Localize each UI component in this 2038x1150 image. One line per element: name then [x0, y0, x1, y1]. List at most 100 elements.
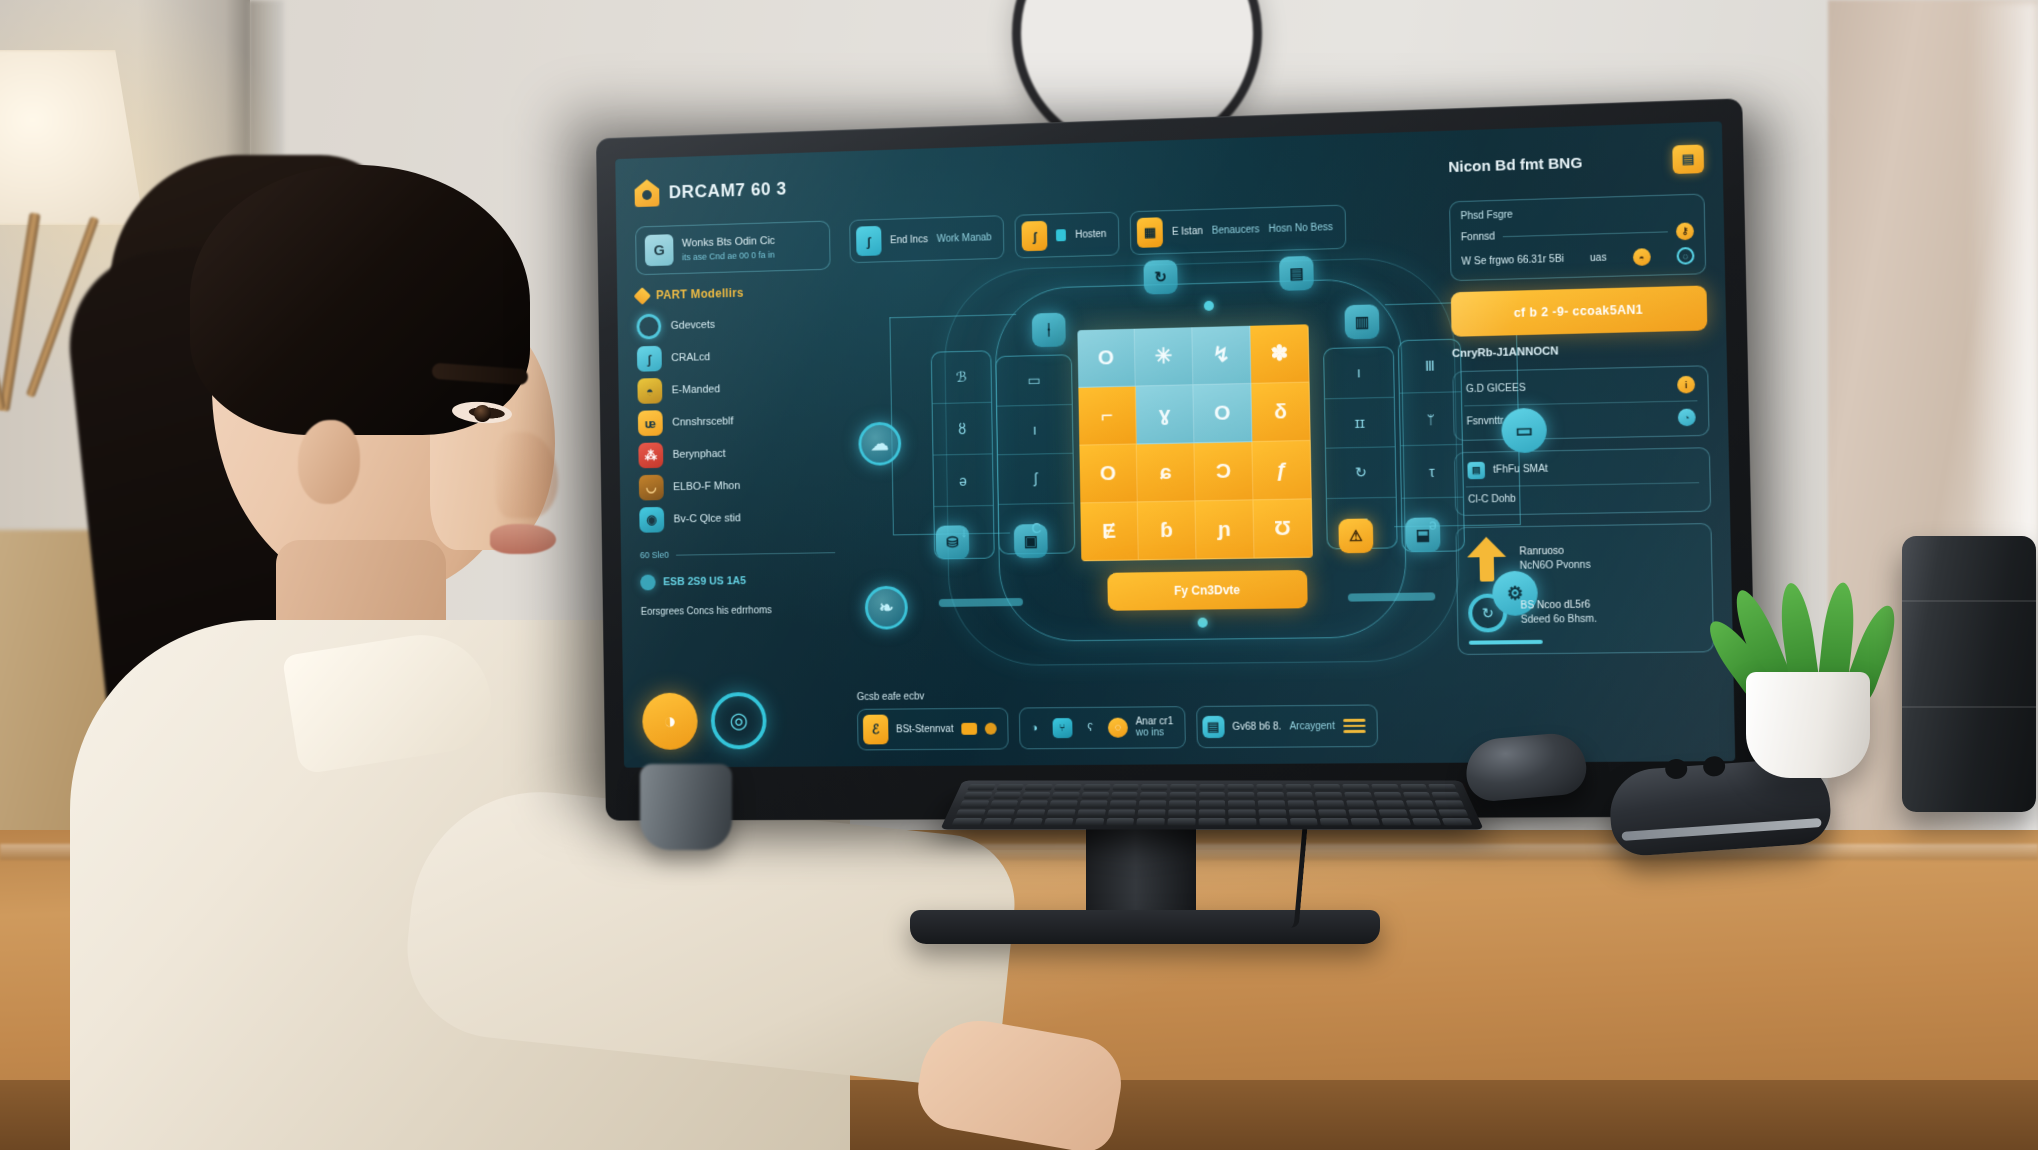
sidebar-extra-item[interactable]: ESB 2S9 US 1A5 [640, 572, 835, 591]
list-item[interactable]: Fsnvnttr Aoint ◔ [1464, 400, 1699, 438]
chip-2-tertiary: Hosn No Bess [1268, 221, 1333, 235]
bottom-toolbar: Gcsb eafe ecbv ℰ BSt-Stennvat ◑ ⑂ ʕ ◌ An… [857, 687, 1436, 755]
lock-icon: ◓ [637, 377, 663, 404]
sidebar-item-label: E-Manded [671, 383, 721, 397]
grid-tile[interactable]: ɲ [1195, 500, 1255, 560]
branch-icon[interactable]: ᚽ [1031, 312, 1066, 348]
stat-0-line-2: NcN6O Pvonns [1519, 559, 1591, 572]
status-marker [1056, 229, 1067, 242]
grid-tile[interactable]: ɕ [1136, 443, 1196, 503]
sidebar-status-card[interactable]: G Wonks Bts Odin Cic its ase Cnd ae 00 0… [635, 220, 831, 276]
grid-tile[interactable]: O [1193, 383, 1253, 444]
sidebar-item-0[interactable]: Gdevcets [636, 309, 831, 340]
grid-tile[interactable]: O [1079, 444, 1138, 504]
device-icon: G [644, 234, 674, 267]
hair-top [190, 165, 530, 435]
primary-action-button[interactable]: cf b 2 -9- ccoak5AN1 [1450, 285, 1708, 337]
sidebar-item-5[interactable]: ◡ ELBO-F Mhon [638, 471, 834, 501]
sub-list-item[interactable]: ▤ tFhFu SMAt [1465, 450, 1699, 486]
gamepad-band [1621, 817, 1822, 841]
right-panel-a-cell: ↻ [1325, 447, 1396, 499]
hamburger-icon[interactable] [1342, 718, 1366, 733]
grid-tile[interactable]: ↯ [1192, 325, 1252, 386]
chip-1[interactable]: ʃ Hosten [1014, 211, 1120, 259]
chip-1-primary: Hosten [1075, 228, 1107, 241]
grid-tile[interactable]: Ɔ [1194, 442, 1254, 502]
speaker[interactable] [1902, 536, 2036, 812]
chart-icon: ⑂ [1052, 718, 1073, 739]
info-card-row-2[interactable]: W Se frgwo 66.31r 5Bi uas ◓ ◌ [1461, 246, 1695, 271]
arrow-up-icon [1467, 537, 1507, 582]
grid-tile[interactable]: Ʊ [1253, 499, 1313, 559]
key-icon: ⚷ [1675, 222, 1695, 241]
box-icon[interactable]: ⬓ [1405, 517, 1441, 553]
sidebar-item-2[interactable]: ◓ E-Manded [637, 374, 832, 404]
chip-0[interactable]: ʃ End Incs Work Manab [849, 215, 1005, 264]
grid-tile[interactable]: ɓ [1137, 501, 1197, 561]
grid-tile[interactable]: ƒ [1252, 440, 1312, 501]
right-list-card: G.D GICEES i Fsnvnttr Aoint ◔ [1452, 365, 1710, 442]
leaf-icon[interactable]: ❧ [864, 585, 909, 630]
warning-icon[interactable]: ⚠ [1338, 518, 1374, 554]
cloud-icon[interactable]: ☁ [858, 421, 902, 466]
right-panel-b-cell: ᛘ [1399, 392, 1462, 447]
grid-tile[interactable]: ɣ [1135, 385, 1195, 445]
sidebar-item-4[interactable]: ⁂ Berynphact [638, 439, 833, 469]
monitor: SAMSUNG DRCAM7 60 3 Nicon Bd fmt BNG ▤ G [596, 98, 1758, 821]
sidebar-item-3[interactable]: ᵫ Cnnshrsceblf [637, 406, 833, 437]
bottom-card-1-secondary: wo ins [1135, 727, 1165, 739]
info-card-caption: Phsd Fsgre [1460, 209, 1513, 223]
refresh-icon[interactable]: ↻ [1143, 259, 1178, 295]
gamepad-stick-right[interactable] [1702, 755, 1726, 778]
sidebar-item-label: Bv-C Qlce stid [673, 512, 741, 526]
grid-tile[interactable]: ✳ [1134, 327, 1194, 387]
shield-icon: ◑ [1031, 722, 1039, 735]
color-swatch [984, 722, 997, 735]
key-icon: ʕ [1087, 721, 1093, 734]
radar-icon[interactable]: ◎ [710, 691, 767, 750]
bottom-toolbar-label: Gcsb eafe ecbv [856, 691, 925, 703]
bottom-card-1[interactable]: ◑ ⑂ ʕ ◌ Anar cr1 wo ins [1018, 706, 1186, 750]
left-panel-a-cell: ǝ [933, 454, 993, 508]
data-icon[interactable]: ▤ [1279, 255, 1314, 291]
list-item[interactable]: G.D GICEES i [1464, 369, 1698, 406]
sidebar-item-1[interactable]: ʃ CRALcd [636, 341, 832, 372]
cup [640, 764, 732, 850]
monitor-icon[interactable]: ▣ [1013, 523, 1048, 559]
sidebar-extra-label: ESB 2S9 US 1A5 [663, 575, 747, 589]
grid-tile[interactable]: δ [1251, 382, 1311, 443]
bottom-card-2[interactable]: ▤ Gv68 b6 8. Arcaygent [1195, 704, 1378, 749]
sub-list-item[interactable]: Cl-C Dohb [1465, 482, 1700, 513]
ear [298, 420, 360, 504]
gamepad-stick-left[interactable] [1664, 758, 1688, 780]
grid-icon: ▦ [1136, 217, 1164, 248]
map-icon: ᵫ [637, 410, 663, 437]
bottom-card-0-label: BSt-Stennvat [895, 723, 954, 735]
bottom-card-0[interactable]: ℰ BSt-Stennvat [856, 707, 1009, 751]
database-icon[interactable]: ⛁ [935, 525, 970, 560]
bolt-icon: ʃ [1021, 220, 1048, 252]
chip-2[interactable]: ▦ E Istan Benaucers Hosn No Bess [1129, 204, 1347, 256]
grid-tile[interactable]: O [1077, 328, 1136, 388]
info-card-row-1[interactable]: Fonnsd ⚷ [1461, 222, 1695, 246]
power-icon[interactable]: ◑ [641, 692, 699, 750]
info-row-2-label: W Se frgwo 66.31r 5Bi [1461, 253, 1565, 268]
monitor-stand-base [910, 910, 1380, 944]
sidebar-item-6[interactable]: ◉ Bv-C Qlce stid [639, 504, 835, 533]
keyboard[interactable] [940, 780, 1484, 830]
note-icon[interactable]: ▤ [1672, 144, 1705, 175]
sidebar-divider-label: 60 Sle0 [639, 549, 670, 561]
right-panel-a-cell: ɪɪ [1325, 397, 1395, 449]
stat-0-line-1: Ranruoso [1519, 545, 1565, 558]
grid-tile[interactable]: ✽ [1250, 324, 1310, 384]
grid-tile[interactable]: ⌐ [1078, 386, 1137, 446]
coin-icon: ◌ [1107, 717, 1128, 738]
diagram-primary-button[interactable]: Fy Cn3Dvte [1107, 569, 1308, 611]
sidebar-section-header: PART Modellirs [633, 283, 831, 305]
leaf-icon: ʃ [636, 345, 662, 372]
left-panel-b-cell: ʃ [997, 453, 1074, 505]
server-icon[interactable]: ▥ [1344, 304, 1380, 340]
grid-tile[interactable]: Ɇ [1080, 502, 1139, 562]
keyboard-keys [951, 784, 1473, 826]
bottom-card-1-primary: Anar cr1 [1135, 716, 1174, 728]
